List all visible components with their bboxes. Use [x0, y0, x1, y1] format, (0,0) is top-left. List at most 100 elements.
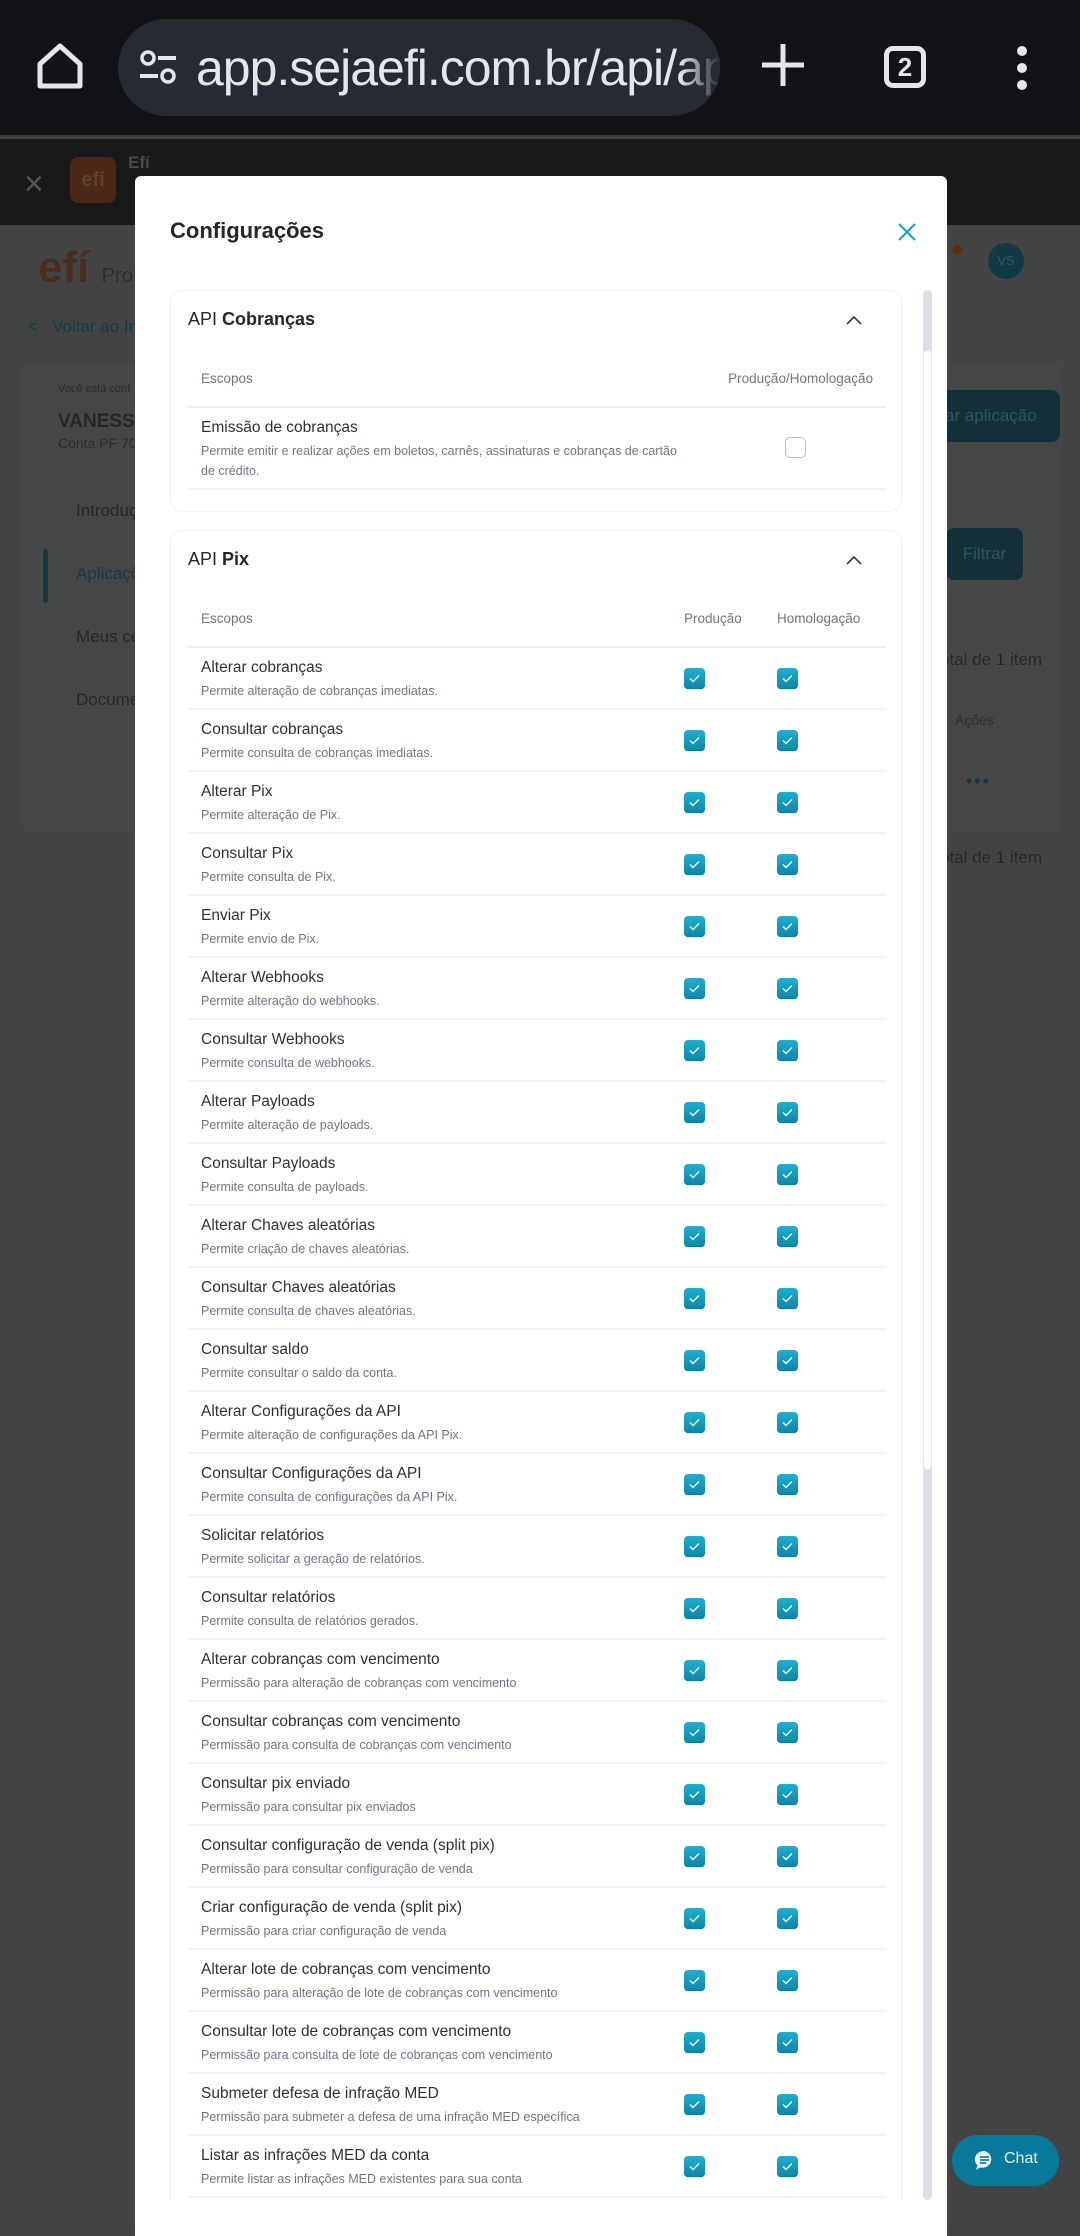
checkbox-prod[interactable] [684, 1350, 705, 1371]
nav-item-docs[interactable]: Docume [76, 690, 139, 710]
brand-text: efí [38, 243, 90, 292]
checkbox-homolog[interactable] [777, 1970, 798, 1991]
checkbox-homolog[interactable] [777, 1660, 798, 1681]
url-text: app.sejaefi.com.br/api/aplic [196, 40, 720, 96]
new-tab-icon[interactable] [758, 40, 808, 90]
modal-scroll-area[interactable]: API Cobranças Escopos Produção/Homologaç… [170, 290, 902, 2200]
checkbox-homolog[interactable] [777, 1288, 798, 1309]
chevron-up-icon[interactable] [846, 315, 862, 325]
scope-name: Consultar cobranças com vencimento [201, 1713, 461, 1730]
checkbox-prod[interactable] [684, 2032, 705, 2053]
scope-name: Enviar Pix [201, 907, 271, 924]
chat-button[interactable]: Chat [952, 2135, 1059, 2186]
table-row: Consultar Chaves aleatórias Permite consu… [188, 1268, 886, 1330]
scope-desc: Permite emitir e realizar ações em bolet… [201, 444, 677, 478]
scope-name: Alterar Webhooks [201, 969, 324, 986]
scope-desc: Permite listar as infrações MED existent… [201, 2172, 522, 2186]
checkbox-homolog[interactable] [777, 1722, 798, 1743]
checkbox-prod[interactable] [684, 792, 705, 813]
checkbox-homolog[interactable] [777, 1784, 798, 1805]
checkbox-prod[interactable] [684, 1474, 705, 1495]
checkbox-homolog[interactable] [777, 978, 798, 999]
scope-name: Alterar Payloads [201, 1093, 315, 1110]
site-settings-icon[interactable] [138, 49, 178, 87]
nav-item-certificates[interactable]: Meus ce [76, 627, 140, 647]
checkbox-homolog[interactable] [777, 1412, 798, 1433]
checkbox-prod[interactable] [684, 1412, 705, 1433]
checkbox-homolog[interactable] [777, 1598, 798, 1619]
tab-switcher-button[interactable]: 2 [884, 46, 926, 88]
nav-item-applications[interactable]: Aplicaçõ [76, 564, 140, 584]
close-banner-icon[interactable]: × [24, 165, 44, 204]
modal-scrollbar[interactable] [923, 290, 932, 2200]
table-row: Alterar Webhooks Permite alteração do web… [188, 958, 886, 1020]
checkbox-homolog[interactable] [777, 1536, 798, 1557]
section-header[interactable]: API Cobranças [188, 291, 884, 351]
checkbox-homolog[interactable] [777, 2032, 798, 2053]
scope-name: Consultar lote de cobranças com vencimen… [201, 2023, 512, 2040]
checkbox-homolog[interactable] [777, 1908, 798, 1929]
checkbox-homolog[interactable] [777, 792, 798, 813]
checkbox-prod[interactable] [684, 916, 705, 937]
scope-desc: Permite solicitar a geração de relatório… [201, 1552, 425, 1566]
checkbox-prod[interactable] [684, 1040, 705, 1061]
nav-item-intro[interactable]: Introduç [76, 501, 137, 521]
checkbox-homolog[interactable] [777, 1474, 798, 1495]
check-icon [782, 1419, 793, 1427]
checkbox-prod[interactable] [684, 1784, 705, 1805]
scope-desc: Permite consultar o saldo da conta. [201, 1366, 397, 1380]
table-row: Alterar cobranças Permite alteração de co… [188, 648, 886, 710]
checkbox-homolog[interactable] [777, 1102, 798, 1123]
scope-name: Alterar Configurações da API [201, 1403, 401, 1420]
checkbox-prod[interactable] [684, 1536, 705, 1557]
checkbox-prod[interactable] [684, 2094, 705, 2115]
checkbox-prod[interactable] [684, 2156, 705, 2177]
close-icon[interactable] [895, 220, 919, 244]
checkbox-homolog[interactable] [777, 1040, 798, 1061]
checkbox-prod[interactable] [684, 1598, 705, 1619]
col-scopes: Escopos [201, 611, 253, 626]
address-bar[interactable]: app.sejaefi.com.br/api/aplic [118, 19, 720, 116]
check-icon [689, 1295, 700, 1303]
filter-button[interactable]: Filtrar [946, 528, 1023, 580]
scope-desc: Permite consulta de webhooks. [201, 1056, 375, 1070]
checkbox-prod[interactable] [684, 1722, 705, 1743]
checkbox-homolog[interactable] [777, 1350, 798, 1371]
table-row: Consultar Pix Permite consulta de Pix. [188, 834, 886, 896]
table-header: Escopos Produção/Homologação [188, 351, 886, 408]
checkbox-prod[interactable] [684, 1970, 705, 1991]
checkbox-prod[interactable] [684, 1846, 705, 1867]
checkbox-prod[interactable] [684, 978, 705, 999]
checkbox-homolog[interactable] [777, 668, 798, 689]
table-row: Pagar QR Code Pix [188, 2198, 886, 2200]
table-row: Consultar cobranças com vencimento Permis… [188, 1702, 886, 1764]
checkbox-homolog[interactable] [777, 854, 798, 875]
home-icon[interactable] [34, 40, 86, 92]
checkbox-prod[interactable] [684, 1288, 705, 1309]
checkbox-homolog[interactable] [777, 1846, 798, 1867]
row-actions-icon[interactable]: ••• [966, 771, 991, 792]
checkbox-prod[interactable] [684, 1226, 705, 1247]
checkbox-homolog[interactable] [777, 916, 798, 937]
checkbox-prod[interactable] [684, 1164, 705, 1185]
checkbox-homolog[interactable] [777, 1226, 798, 1247]
scope-desc: Permissão para consultar configuração de… [201, 1862, 473, 1876]
back-link[interactable]: < Voltar ao In [28, 317, 138, 337]
checkbox-prod[interactable] [684, 1660, 705, 1681]
checkbox-prod[interactable] [684, 730, 705, 751]
checkbox-prod[interactable] [684, 1102, 705, 1123]
checkbox-prod[interactable] [684, 854, 705, 875]
checkbox-homolog[interactable] [777, 2156, 798, 2177]
section-header[interactable]: API Pix [188, 531, 884, 591]
checkbox-prod[interactable] [684, 668, 705, 689]
checkbox-emissao-cobrancas[interactable] [785, 437, 806, 458]
chevron-up-icon[interactable] [846, 555, 862, 565]
total-items-bottom: otal de 1 item [940, 848, 1043, 867]
checkbox-homolog[interactable] [777, 2094, 798, 2115]
checkbox-homolog[interactable] [777, 1164, 798, 1185]
scrollbar-thumb[interactable] [923, 350, 932, 1470]
checkbox-prod[interactable] [684, 1908, 705, 1929]
checkbox-homolog[interactable] [777, 730, 798, 751]
more-vert-icon[interactable] [1010, 45, 1034, 91]
avatar[interactable]: VS [988, 243, 1024, 279]
